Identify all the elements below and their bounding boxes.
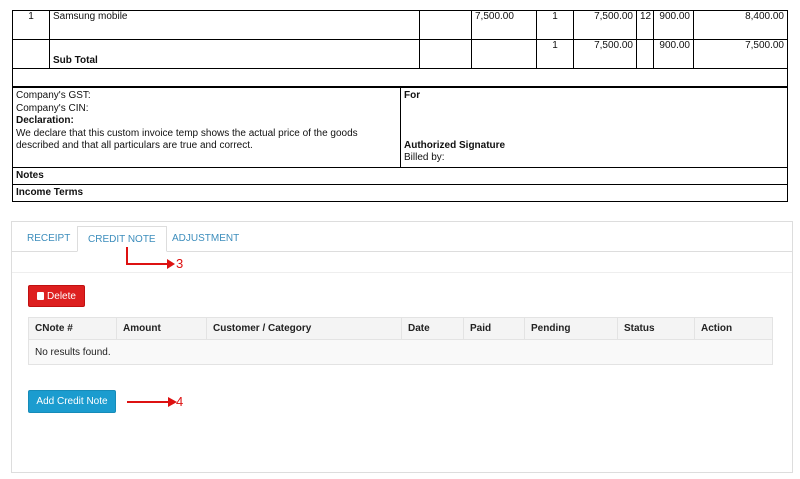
declaration-text: We declare that this custom invoice temp… xyxy=(16,127,358,152)
billed-by-label: Billed by: xyxy=(404,152,445,163)
arrow-head xyxy=(167,259,175,269)
column-header[interactable]: Date xyxy=(401,317,464,340)
subtotal-empty-cell xyxy=(636,39,654,69)
item-rate: 7,500.00 xyxy=(471,10,537,40)
subtotal-empty-cell xyxy=(471,39,537,69)
panel-divider xyxy=(12,272,792,273)
spacer-row xyxy=(12,68,788,87)
declaration-title: Declaration: xyxy=(16,115,74,126)
add-credit-note-button[interactable]: Add Credit Note xyxy=(28,390,116,413)
subtotal-qty: 1 xyxy=(536,39,574,69)
item-qty: 1 xyxy=(536,10,574,40)
subtotal-tax: 900.00 xyxy=(653,39,694,69)
item-description: Samsung mobile xyxy=(49,10,420,40)
invoice-preview: 1 Samsung mobile 7,500.00 1 7,500.00 12 … xyxy=(12,10,788,202)
column-header[interactable]: CNote # xyxy=(28,317,117,340)
column-header[interactable]: Action xyxy=(694,317,773,340)
annotation-number-4: 4 xyxy=(176,394,184,409)
empty-message: No results found. xyxy=(28,339,773,365)
delete-button[interactable]: Delete xyxy=(28,285,85,307)
delete-button-label: Delete xyxy=(47,291,76,302)
company-info-cell: Company's GST: Company's CIN: Declaratio… xyxy=(12,87,401,168)
column-header[interactable]: Amount xyxy=(116,317,207,340)
column-header[interactable]: Pending xyxy=(524,317,618,340)
subtotal-empty-cell xyxy=(419,39,472,69)
item-amount: 7,500.00 xyxy=(573,10,637,40)
column-header[interactable]: Customer / Category xyxy=(206,317,402,340)
signature-cell: For Authorized Signature Billed by: xyxy=(400,87,788,168)
income-terms-row: Income Terms xyxy=(12,183,788,202)
tab-receipt[interactable]: RECEIPT xyxy=(17,226,80,251)
item-total: 8,400.00 xyxy=(693,10,788,40)
company-info-row: Company's GST: Company's CIN: Declaratio… xyxy=(12,87,788,168)
subtotal-total: 7,500.00 xyxy=(693,39,788,69)
annotation-arrow-4 xyxy=(127,397,177,407)
item-tax-rate: 12 xyxy=(636,10,654,40)
credit-note-table: CNote # Amount Customer / Category Date … xyxy=(28,317,773,365)
column-header[interactable]: Paid xyxy=(463,317,525,340)
notes-label: Notes xyxy=(12,166,788,185)
empty-row: No results found. xyxy=(28,339,773,365)
item-empty-cell xyxy=(419,10,472,40)
invoice-items-table: 1 Samsung mobile 7,500.00 1 7,500.00 12 … xyxy=(12,10,788,87)
table-header-row: CNote # Amount Customer / Category Date … xyxy=(28,317,773,340)
annotation-arrow-3 xyxy=(126,247,175,269)
company-cin-label: Company's CIN: xyxy=(16,102,89,114)
subtotal-amount: 7,500.00 xyxy=(573,39,637,69)
subtotal-label: Sub Total xyxy=(49,39,420,69)
notes-row: Notes xyxy=(12,166,788,185)
trash-icon xyxy=(37,292,45,300)
authorized-signature-label: Authorized Signature xyxy=(404,139,506,151)
item-sno: 1 xyxy=(12,10,50,40)
arrow-line xyxy=(126,247,168,265)
annotation-number-3: 3 xyxy=(176,256,184,271)
company-gst-label: Company's GST: xyxy=(16,90,91,101)
invoice-item-row: 1 Samsung mobile 7,500.00 1 7,500.00 12 … xyxy=(12,10,788,40)
for-label: For xyxy=(404,90,421,101)
item-tax: 900.00 xyxy=(653,10,694,40)
subtotal-row: Sub Total 1 7,500.00 900.00 7,500.00 xyxy=(12,39,788,69)
column-header[interactable]: Status xyxy=(617,317,695,340)
spacer-cell xyxy=(12,68,788,87)
income-terms-label: Income Terms xyxy=(12,183,788,202)
invoice-info-table: Company's GST: Company's CIN: Declaratio… xyxy=(12,87,788,202)
subtotal-empty-cell xyxy=(12,39,50,69)
